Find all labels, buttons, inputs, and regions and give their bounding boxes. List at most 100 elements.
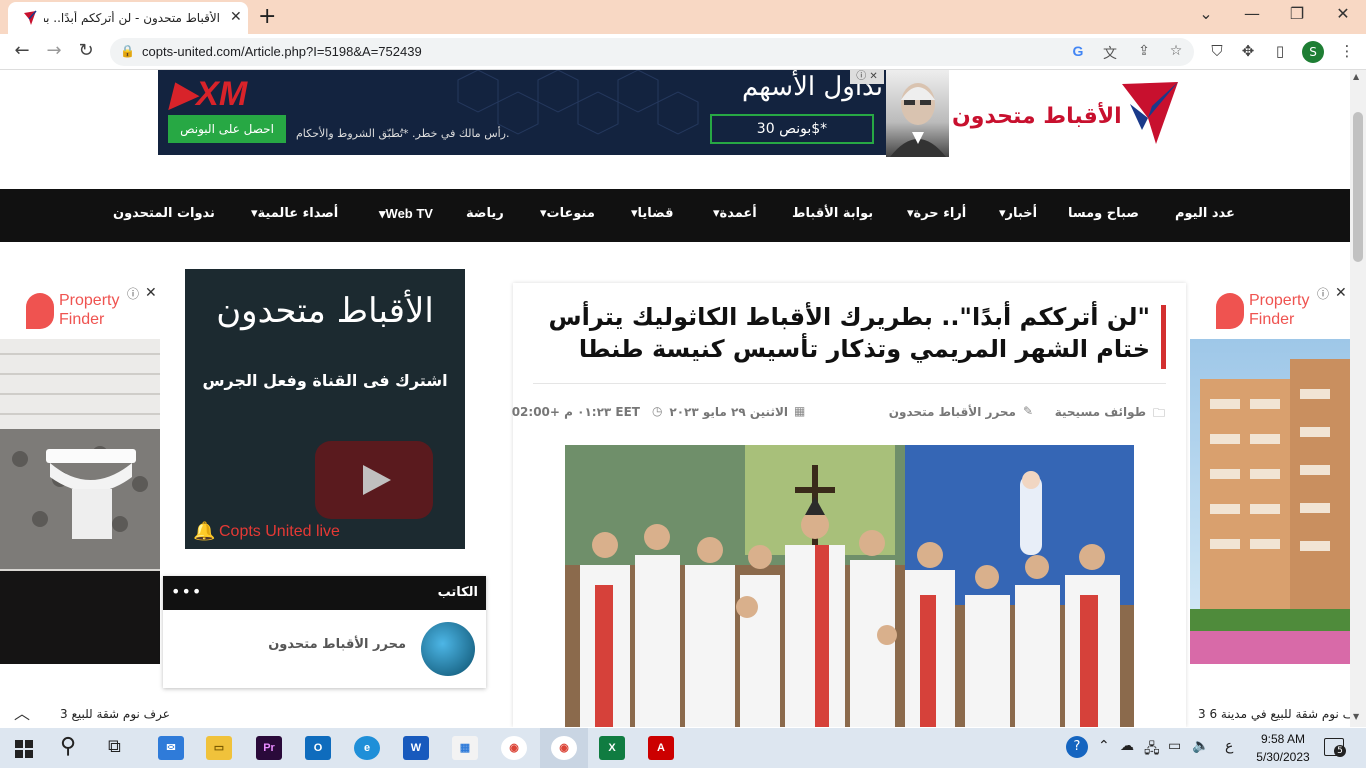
youtube-channel-promo[interactable]: الأقباط متحدون اشترك فى القناة وفعل الجر… — [185, 269, 465, 549]
nav-item-columns[interactable]: ▾أعمدة — [713, 206, 757, 221]
weather-cloud-icon[interactable]: ☁ — [1120, 738, 1134, 754]
nav-item-world-echoes[interactable]: ▾أصداء عالمية — [251, 206, 338, 221]
tab-close-icon[interactable]: ✕ — [230, 9, 242, 25]
lock-icon[interactable]: 🔒 — [120, 44, 135, 58]
nav-item-morning-evening[interactable]: صباح ومسا — [1068, 206, 1139, 221]
ad-choices-icon[interactable]: ⓘ ✕ — [850, 70, 884, 84]
translate-icon[interactable]: 文 — [1100, 43, 1120, 63]
ad-caption[interactable]: 3 عرف نوم شقة للبيع في مدينة 6 — [1198, 707, 1350, 721]
store-icon[interactable]: ▦ — [452, 736, 478, 760]
volume-icon[interactable]: 🔈 — [1192, 738, 1209, 754]
side-panel-icon[interactable]: ▯ — [1269, 42, 1291, 60]
tab-title: الأقباط متحدون - لن أترككم أبدًا.. بطرير… — [44, 11, 220, 25]
scroll-down-arrow-icon[interactable]: ▼ — [1353, 712, 1359, 721]
word-icon[interactable]: W — [403, 736, 429, 760]
left-property-ad[interactable]: Property Finder ⓘ ✕ 3 عرف نوم شقة للبيع — [0, 283, 170, 727]
ad-info-icon[interactable]: ⓘ — [1317, 285, 1329, 302]
bell-icon: 🔔 — [193, 521, 216, 542]
copts-logo-icon — [1122, 82, 1178, 144]
google-lens-icon[interactable]: G — [1068, 43, 1088, 59]
page-scrollbar[interactable]: ▲ ▼ — [1350, 70, 1366, 727]
nav-item-issues[interactable]: ▾قضايا — [631, 206, 674, 221]
author-avatar[interactable] — [421, 622, 475, 676]
nav-item-copts-portal[interactable]: بوابة الأقباط — [792, 206, 873, 221]
nav-item-opinions[interactable]: ▾أراء حرة — [907, 206, 966, 221]
chrome-profile-icon: ◉ — [551, 736, 577, 760]
search-icon[interactable]: ⚲ — [60, 734, 76, 759]
nav-item-misc[interactable]: ▾منوعات — [540, 206, 595, 221]
outlook-icon[interactable]: O — [305, 736, 331, 760]
scrollbar-thumb[interactable] — [1353, 112, 1363, 262]
article-date: الاثنين ٢٩ مايو ٢٠٢٣ — [669, 405, 788, 419]
nav-item-sports[interactable]: رياضة — [466, 206, 504, 221]
close-window-button[interactable]: ✕ — [1323, 4, 1363, 23]
url-text[interactable]: copts-united.com/Article.php?I=5198&A=75… — [142, 44, 422, 59]
edge-icon[interactable]: e — [354, 736, 380, 760]
folder-icon: 🗀 — [1153, 406, 1166, 420]
ad-info-icon[interactable]: ⓘ — [127, 285, 139, 302]
nav-item-today[interactable]: عدد اليوم — [1175, 206, 1235, 221]
nav-item-web-tv[interactable]: ▾Web TV — [379, 206, 433, 222]
article-author-link[interactable]: محرر الأقباط متحدون — [889, 405, 1016, 419]
shield-extension-icon[interactable]: ⛉ — [1206, 42, 1228, 60]
calendar-icon: ▦ — [794, 404, 806, 418]
author-widget-header: الكاتب ••• — [163, 576, 486, 610]
excel-icon[interactable]: X — [599, 736, 625, 760]
ad-disclaimer: رأس مالك في خطر. *تُطبّق الشروط والأحكام… — [296, 127, 510, 140]
windows-start-icon[interactable] — [15, 740, 33, 758]
more-dots-icon[interactable]: ••• — [171, 582, 202, 601]
clock-date[interactable]: 5/30/2023 — [1250, 750, 1316, 764]
site-logo[interactable]: الأقباط متحدون — [952, 76, 1188, 156]
article-title: "لن أترككم أبدًا".. بطريرك الأقباط الكاث… — [548, 303, 1150, 363]
right-property-ad[interactable]: Property Finder ⓘ ✕ 3 عرف نوم شقة للبيع ف… — [1190, 283, 1350, 727]
windows-taskbar: ⚲ ⧉ ✉ ▭ Pr O e W ▦ ◉ ◉ X A ? ⌃ ☁ 🖧 ▭ 🔈 ع… — [0, 728, 1366, 768]
divider — [533, 383, 1166, 384]
site-logo-text: الأقباط متحدون — [952, 104, 1122, 129]
clock-time[interactable]: 9:58 AM — [1258, 732, 1308, 746]
forward-icon[interactable]: → — [42, 40, 66, 61]
task-view-icon[interactable]: ⧉ — [108, 736, 121, 757]
profile-avatar[interactable]: S — [1302, 41, 1324, 63]
notification-count-badge: 5 — [1334, 745, 1346, 757]
article-card: "لن أترككم أبدًا".. بطريرك الأقباط الكاث… — [512, 283, 1186, 727]
chrome-icon[interactable]: ◉ — [501, 736, 527, 760]
nav-item-seminars[interactable]: ندوات المتحدون — [113, 206, 215, 221]
new-tab-button[interactable]: + — [258, 4, 276, 29]
share-icon[interactable]: ⇪ — [1134, 43, 1154, 59]
nav-item-news[interactable]: ▾أخبار — [999, 206, 1037, 221]
premiere-pro-icon[interactable]: Pr — [256, 736, 282, 760]
address-bar[interactable]: 🔒 copts-united.com/Article.php?I=5198&A=… — [110, 38, 1194, 66]
ad-close-icon[interactable]: ✕ — [1335, 285, 1347, 301]
scroll-up-chevron-icon[interactable]: ︿ — [14, 700, 30, 724]
acrobat-icon[interactable]: A — [648, 736, 674, 760]
mail-app-icon[interactable]: ✉ — [158, 736, 184, 760]
ad-close-icon[interactable]: ✕ — [145, 285, 157, 301]
extensions-puzzle-icon[interactable]: ✥ — [1237, 42, 1259, 60]
article-main-photo[interactable] — [565, 445, 1134, 727]
menu-kebab-icon[interactable]: ⋮ — [1336, 42, 1358, 60]
xm-banner-ad[interactable]: ▶XM احصل على البونص رأس مالك في خطر. *تُ… — [158, 70, 886, 155]
active-chrome-window[interactable]: ◉ — [540, 728, 588, 768]
bookmark-star-icon[interactable]: ☆ — [1166, 43, 1186, 59]
network-icon[interactable]: 🖧 — [1144, 738, 1160, 762]
article-category-link[interactable]: طوائف مسيحية — [1055, 405, 1146, 419]
tray-chevron-up-icon[interactable]: ⌃ — [1098, 738, 1110, 754]
get-bonus-button[interactable]: احصل على البونص — [168, 115, 286, 143]
ad-offer-box[interactable]: بونص 30$* — [710, 114, 874, 144]
live-label: Copts United live — [219, 523, 340, 540]
file-explorer-icon[interactable]: ▭ — [206, 736, 232, 760]
ad-caption[interactable]: 3 عرف نوم شقة للبيع — [60, 707, 170, 721]
minimize-button[interactable]: — — [1232, 4, 1272, 23]
help-icon[interactable]: ? — [1066, 736, 1088, 758]
reload-icon[interactable]: ↻ — [74, 40, 98, 61]
youtube-play-icon[interactable] — [315, 441, 433, 519]
scroll-up-arrow-icon[interactable]: ▲ — [1353, 72, 1359, 81]
back-icon[interactable]: ← — [10, 40, 34, 61]
notifications-icon[interactable]: 5 — [1324, 738, 1346, 757]
battery-icon[interactable]: ▭ — [1168, 738, 1181, 754]
tab-search-icon[interactable]: ⌄ — [1186, 4, 1226, 23]
input-language[interactable]: ع — [1225, 738, 1233, 754]
browser-tab[interactable]: الأقباط متحدون - لن أترككم أبدًا.. بطرير… — [8, 2, 248, 34]
restore-button[interactable]: ❐ — [1277, 4, 1317, 23]
author-name-link[interactable]: محرر الأقباط متحدون — [268, 637, 406, 652]
